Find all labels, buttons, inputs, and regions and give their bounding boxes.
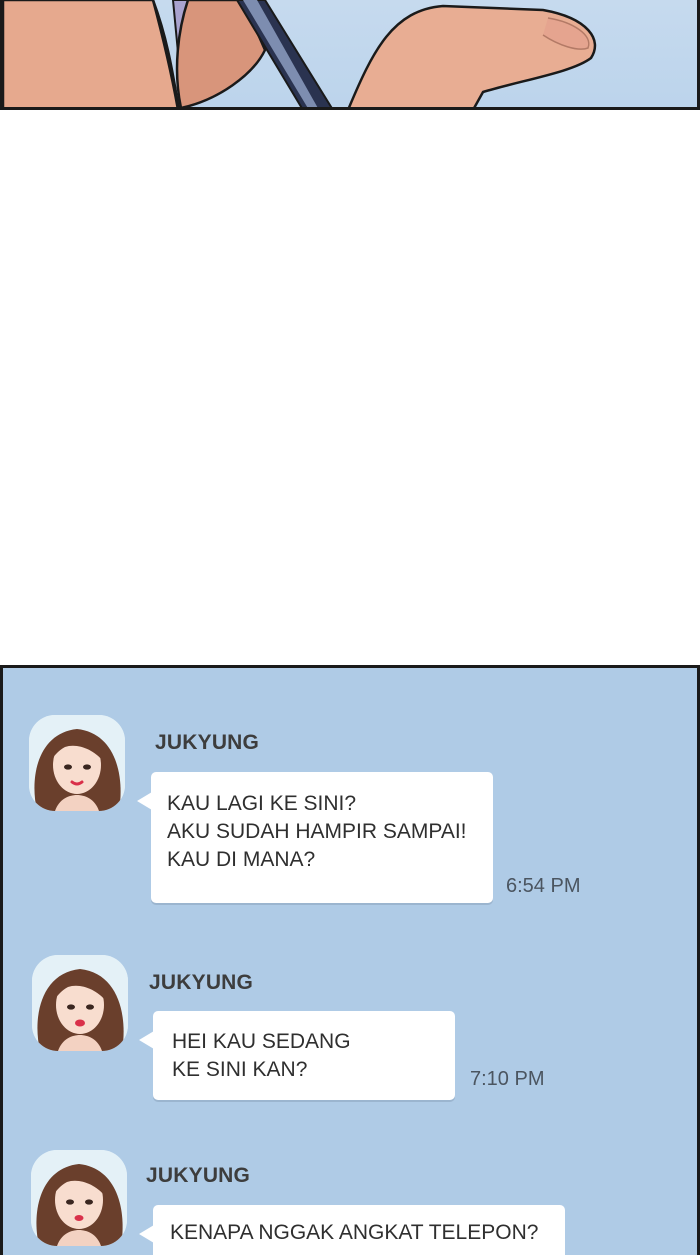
avatar-portrait-icon bbox=[32, 955, 128, 1051]
message-line: KAU DI MANA? bbox=[167, 848, 316, 871]
avatar[interactable] bbox=[31, 1150, 127, 1246]
hands-holding-phone-illustration bbox=[3, 0, 597, 107]
message-line: KE SINI KAN? bbox=[172, 1058, 308, 1081]
sender-name: JUKYUNG bbox=[155, 731, 260, 754]
message-bubble[interactable]: HEI KAU SEDANG KE SINI KAN? bbox=[139, 1011, 455, 1100]
chat-panel: JUKYUNG KAU LAGI KE SINI? AKU SUDAH HAMP… bbox=[0, 665, 700, 1255]
message-line: HEI KAU SEDANG bbox=[172, 1030, 351, 1053]
avatar-portrait-icon bbox=[29, 715, 125, 811]
sender-name: JUKYUNG bbox=[146, 1164, 251, 1187]
comic-panel-hands bbox=[0, 0, 700, 110]
message-timestamp: 7:10 PM bbox=[470, 1068, 545, 1090]
avatar-portrait-icon bbox=[31, 1150, 127, 1246]
message-line: KENAPA NGGAK ANGKAT TELEPON? bbox=[170, 1221, 539, 1244]
message-bubble[interactable]: KENAPA NGGAK ANGKAT TELEPON? bbox=[139, 1205, 565, 1255]
sender-name: JUKYUNG bbox=[149, 971, 254, 994]
message-timestamp: 6:54 PM bbox=[506, 875, 581, 897]
message-line: KAU LAGI KE SINI? bbox=[167, 792, 357, 815]
message-line: AKU SUDAH HAMPIR SAMPAI! bbox=[167, 820, 467, 843]
avatar[interactable] bbox=[29, 715, 125, 811]
avatar[interactable] bbox=[32, 955, 128, 1051]
message-bubble[interactable]: KAU LAGI KE SINI? AKU SUDAH HAMPIR SAMPA… bbox=[137, 772, 493, 903]
